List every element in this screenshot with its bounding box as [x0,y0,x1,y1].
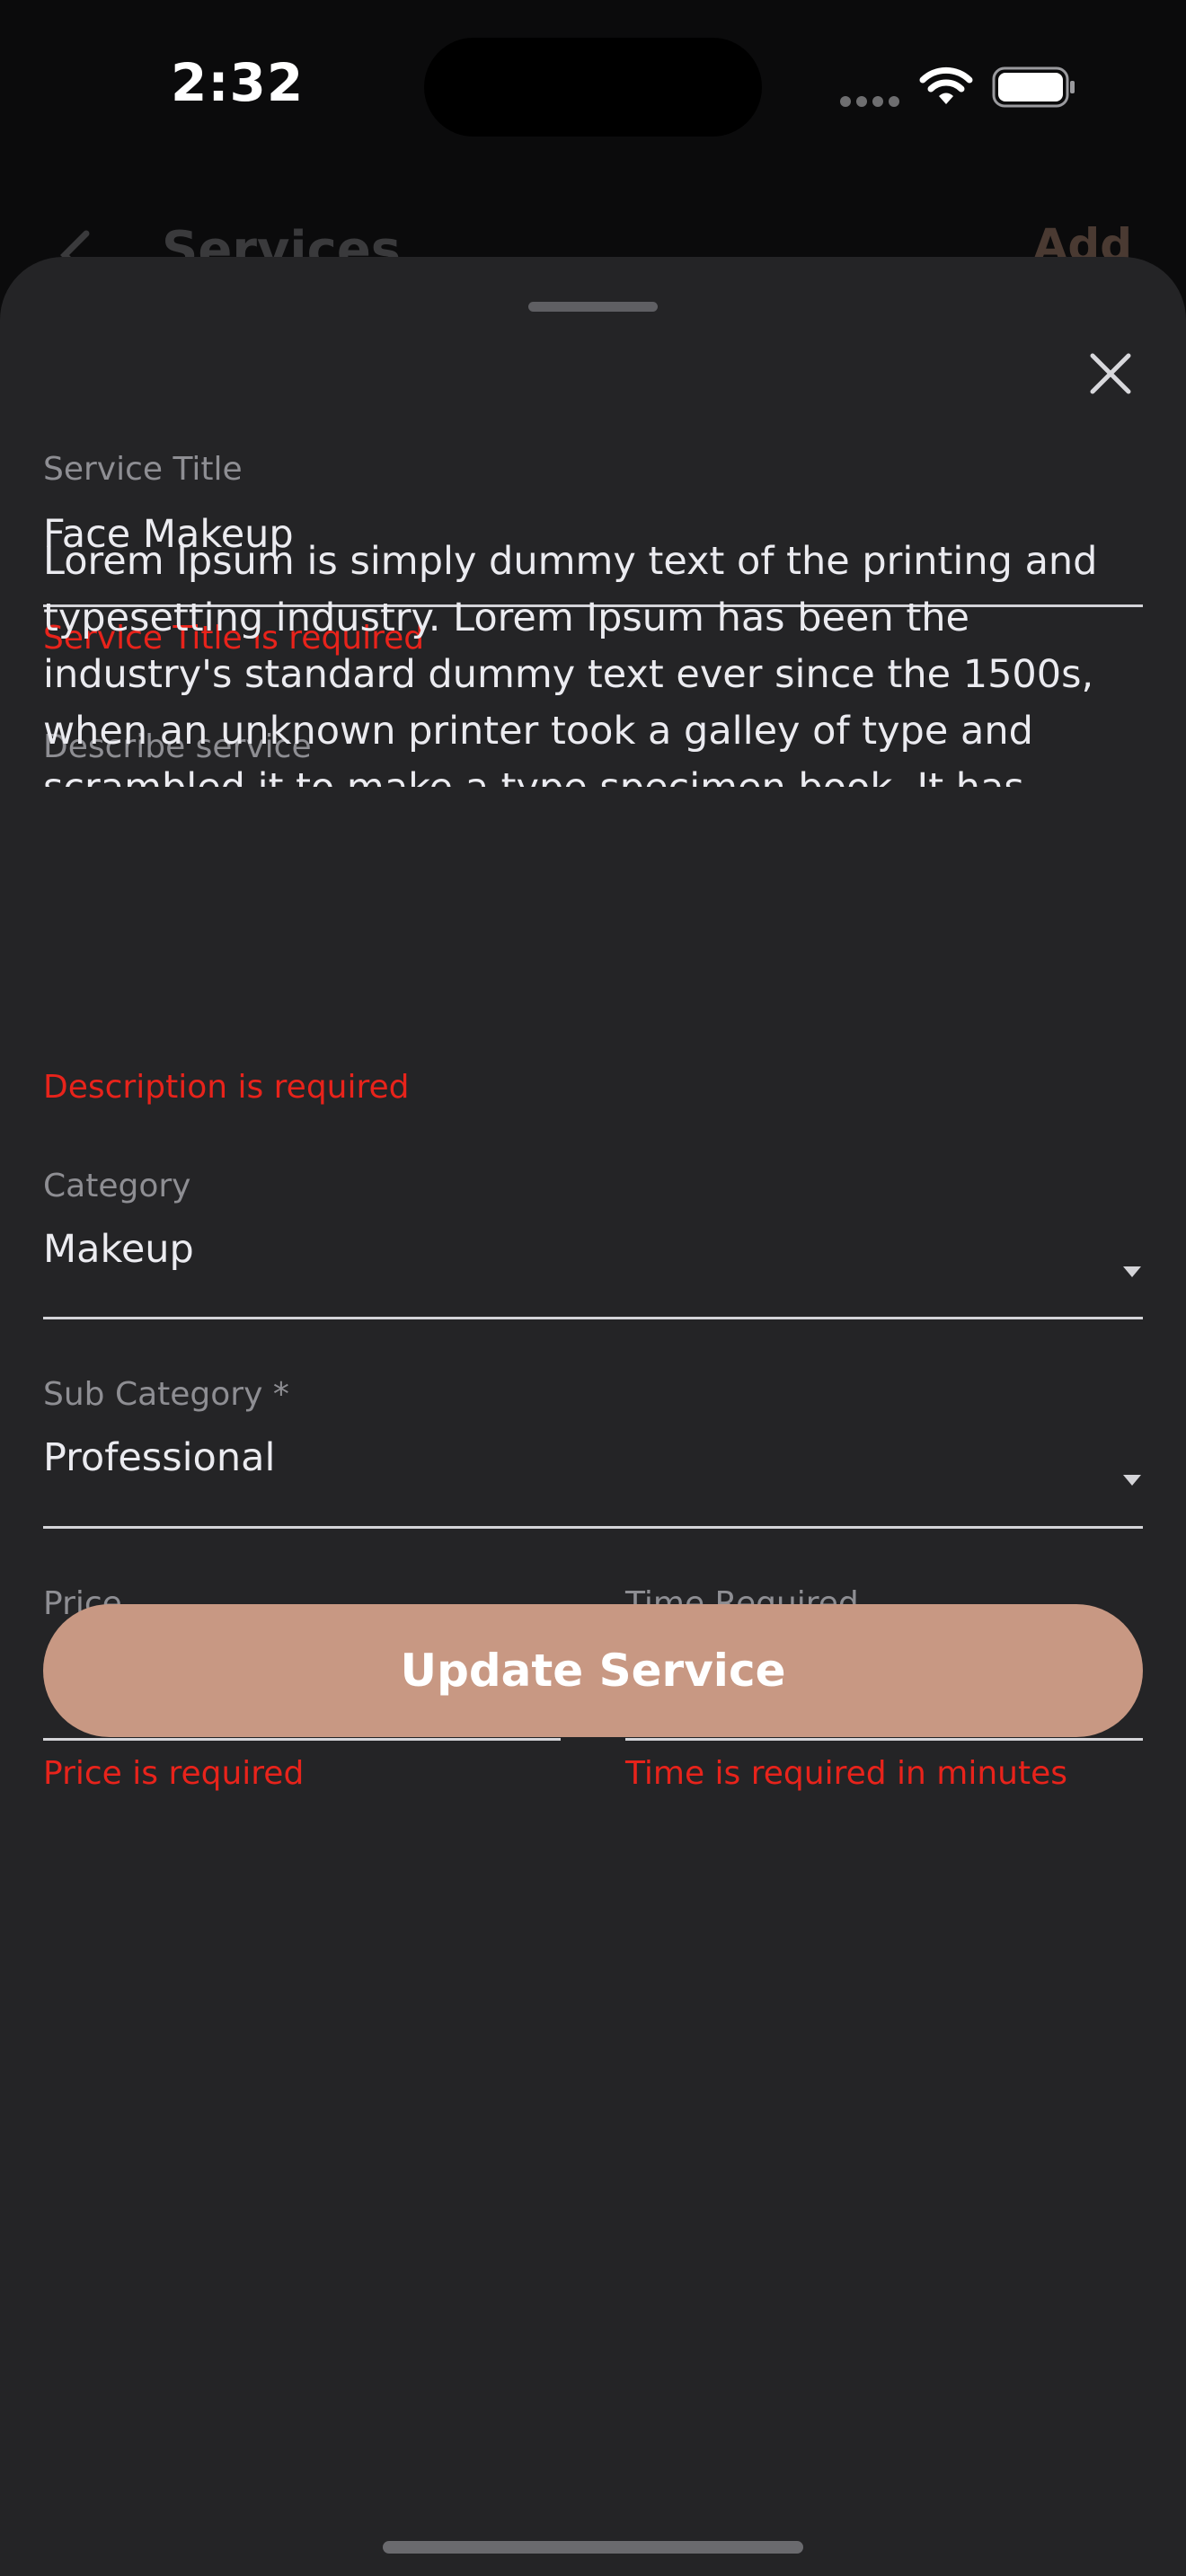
category-underline [43,1317,1143,1319]
time-required-underline [625,1738,1143,1741]
time-required-error: Time is required in minutes [625,1755,1068,1792]
status-time: 2:32 [171,52,305,113]
update-service-button[interactable]: Update Service [43,1604,1143,1737]
category-select[interactable]: Makeup [43,1227,194,1272]
home-indicator[interactable] [383,2541,803,2554]
dropdown-arrow-icon[interactable] [1123,1266,1141,1277]
category-label: Category [43,1168,191,1204]
description-error: Description is required [43,1069,410,1106]
price-error: Price is required [43,1755,305,1792]
sheet-grabber[interactable] [528,302,658,312]
price-underline [43,1738,561,1741]
cellular-signal-icon [840,93,905,110]
dynamic-island [424,38,762,137]
status-bar: 2:32 [0,0,1186,180]
description-textarea[interactable]: Lorem Ipsum is simply dummy text of the … [43,534,1154,787]
close-icon[interactable] [1084,347,1137,401]
dropdown-arrow-icon[interactable] [1123,1475,1141,1486]
sub-category-label: Sub Category * [43,1376,289,1413]
battery-icon [992,66,1076,111]
service-title-label: Service Title [43,451,243,488]
sub-category-underline [43,1526,1143,1529]
wifi-icon [919,65,973,110]
sub-category-select[interactable]: Professional [43,1435,275,1480]
